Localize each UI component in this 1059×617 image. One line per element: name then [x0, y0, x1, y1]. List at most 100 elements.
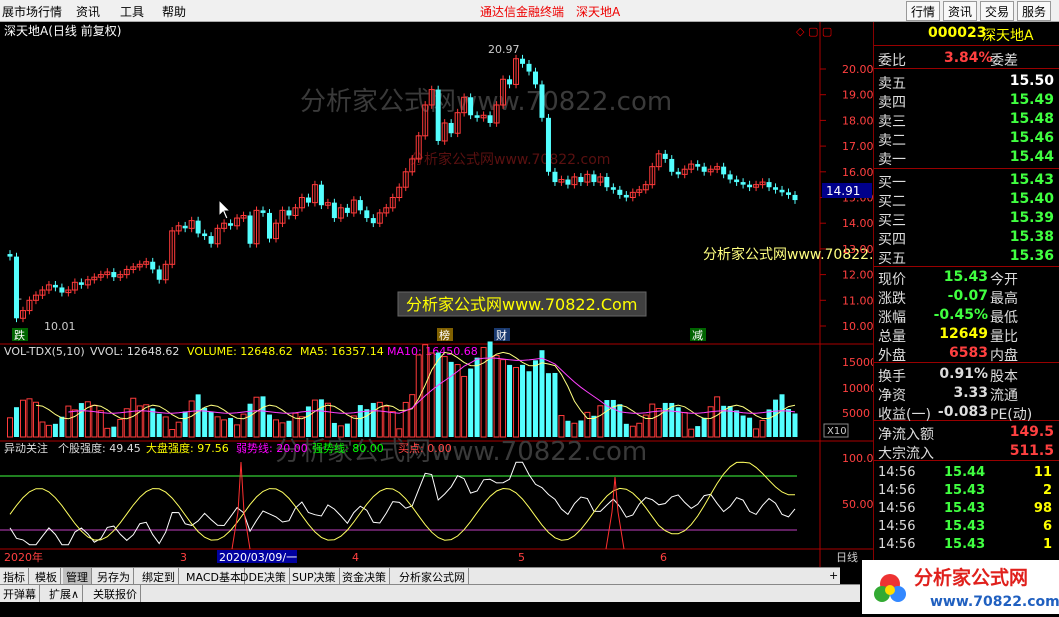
candle-body	[267, 212, 273, 239]
tick-price: 15.44	[944, 465, 986, 480]
candle-body	[578, 176, 584, 183]
candle-body	[208, 236, 214, 244]
menu-help[interactable]: 帮助	[162, 3, 186, 20]
row-label: 买二	[878, 194, 906, 210]
row-label: 买四	[878, 232, 906, 248]
volume-bar	[610, 399, 616, 437]
volume-bar	[389, 411, 396, 438]
trade-button[interactable]: 交易	[980, 1, 1015, 21]
candle-body	[59, 287, 65, 293]
tab-macd[interactable]: MACD基本	[183, 568, 245, 585]
volume-bar	[130, 397, 137, 438]
low-label: 10.01	[44, 320, 76, 333]
volume-bar	[357, 405, 363, 437]
scroll-minus[interactable]: -	[842, 568, 852, 585]
quote-button[interactable]: 行情	[906, 1, 941, 21]
panel-row: 收益(一) -0.083 PE(动)	[874, 403, 1059, 423]
tick-price: 15.43	[944, 519, 986, 534]
tick-price: 15.43	[944, 483, 986, 498]
tick-volume: 2	[1042, 483, 1052, 498]
menu-tools[interactable]: 工具	[120, 3, 144, 20]
volume-bar	[792, 413, 798, 437]
buy-spike-1	[231, 461, 251, 550]
barrage-button[interactable]: 开弹幕	[0, 585, 40, 602]
tick-volume: 6	[1042, 519, 1052, 534]
tab-fxj[interactable]: 分析家公式网	[396, 568, 469, 585]
app-title: 通达信金融终端	[480, 5, 565, 19]
volume-bar	[753, 428, 760, 438]
menu-news[interactable]: 资讯	[76, 3, 100, 20]
row-value: 511.5	[1009, 443, 1054, 459]
tab-sup[interactable]: SUP决策	[289, 568, 340, 585]
volume-bar	[435, 352, 441, 437]
service-button[interactable]: 服务	[1017, 1, 1052, 21]
volume-bar	[65, 405, 72, 438]
weicha-label: 委差	[990, 53, 1018, 69]
chart-area[interactable]: 分析家公式网www.70822.com 分析家公式网www.70822.com …	[0, 22, 903, 567]
volume-bar	[26, 398, 33, 438]
volume-bar	[474, 357, 480, 437]
volume-bar	[441, 356, 448, 438]
tick-time: 14:56	[878, 537, 916, 552]
volume-bar	[396, 428, 403, 438]
candle-body	[370, 218, 376, 224]
chart-svg[interactable]: 分析家公式网www.70822.com 分析家公式网www.70822.com …	[0, 22, 903, 567]
row-label: 卖一	[878, 152, 906, 168]
row-value: 12649	[939, 326, 988, 342]
price-tick: 18.00	[842, 114, 873, 127]
x10-label: X10	[827, 426, 847, 437]
row-label: 卖二	[878, 133, 906, 149]
tab-fund[interactable]: 资金决策	[339, 568, 390, 585]
volume-bar	[383, 405, 390, 438]
tab-template[interactable]: 模板	[32, 568, 61, 585]
row-right-label: 内盘	[990, 348, 1018, 364]
marker-cai: 财	[496, 328, 507, 342]
menu-market[interactable]: 展市场行情	[2, 3, 62, 20]
axis-label-year: 2020年	[4, 550, 43, 564]
candle-body	[13, 256, 19, 319]
row-right-label: 量比	[990, 329, 1018, 345]
logo-text: 分析家公式网	[914, 566, 1028, 589]
candle-body	[695, 164, 701, 167]
tick-time: 14:56	[878, 519, 916, 534]
row-right-label: 股本	[990, 369, 1018, 385]
mouse-cursor-icon	[218, 198, 232, 220]
volume-bar	[45, 424, 52, 438]
panel-row: 换手 0.91% 股本	[874, 365, 1059, 385]
scroll-plus[interactable]: +	[826, 568, 841, 585]
volume-bar	[766, 409, 772, 437]
panel-row: 买四 15.38	[874, 228, 1059, 248]
row-value: 15.43	[1009, 172, 1054, 188]
ind-f1: 个股强度: 49.45	[58, 441, 141, 455]
volume-bar	[493, 355, 500, 438]
ind-f5: 买点: 0.00	[398, 442, 452, 455]
row-value: -0.07	[947, 288, 988, 304]
related-quote-button[interactable]: 关联报价	[90, 585, 141, 602]
tab-indicator[interactable]: 指标	[0, 568, 29, 585]
candle-body	[7, 254, 13, 257]
watermark-box-text: 分析家公式网www.70822.Com	[406, 295, 637, 314]
vol-ma10: MA10: 16450.68	[387, 345, 478, 358]
candle-body	[286, 210, 292, 216]
candle-body	[662, 153, 668, 159]
candle-body	[532, 71, 538, 85]
volume-bar	[480, 346, 487, 438]
volume-bar	[272, 419, 279, 438]
tab-manage[interactable]: 管理	[63, 568, 92, 585]
tab-save-as[interactable]: 另存为	[94, 568, 134, 585]
volume-bar	[701, 417, 707, 437]
indicator-tab-bar: 指标 模板 管理 另存为 绑定到 MACD基本 DDE决策 SUP决策 资金决策…	[0, 567, 849, 585]
volume-bar	[286, 420, 292, 437]
candle-body	[305, 197, 311, 203]
tab-dde[interactable]: DDE决策	[237, 568, 290, 585]
news-button[interactable]: 资讯	[943, 1, 978, 21]
tab-bind[interactable]: 绑定到	[139, 568, 179, 585]
price-tick: 12.00	[842, 269, 873, 282]
axis-cursor-date: 2020/03/09/一	[219, 551, 297, 564]
panel-row: 买三 15.39	[874, 209, 1059, 229]
expand-button[interactable]: 扩展∧	[46, 585, 84, 602]
row-value: 15.43	[943, 269, 988, 285]
row-right-label: 今开	[990, 272, 1018, 288]
volume-bar	[318, 399, 324, 437]
row-right-label: PE(动)	[990, 407, 1033, 423]
